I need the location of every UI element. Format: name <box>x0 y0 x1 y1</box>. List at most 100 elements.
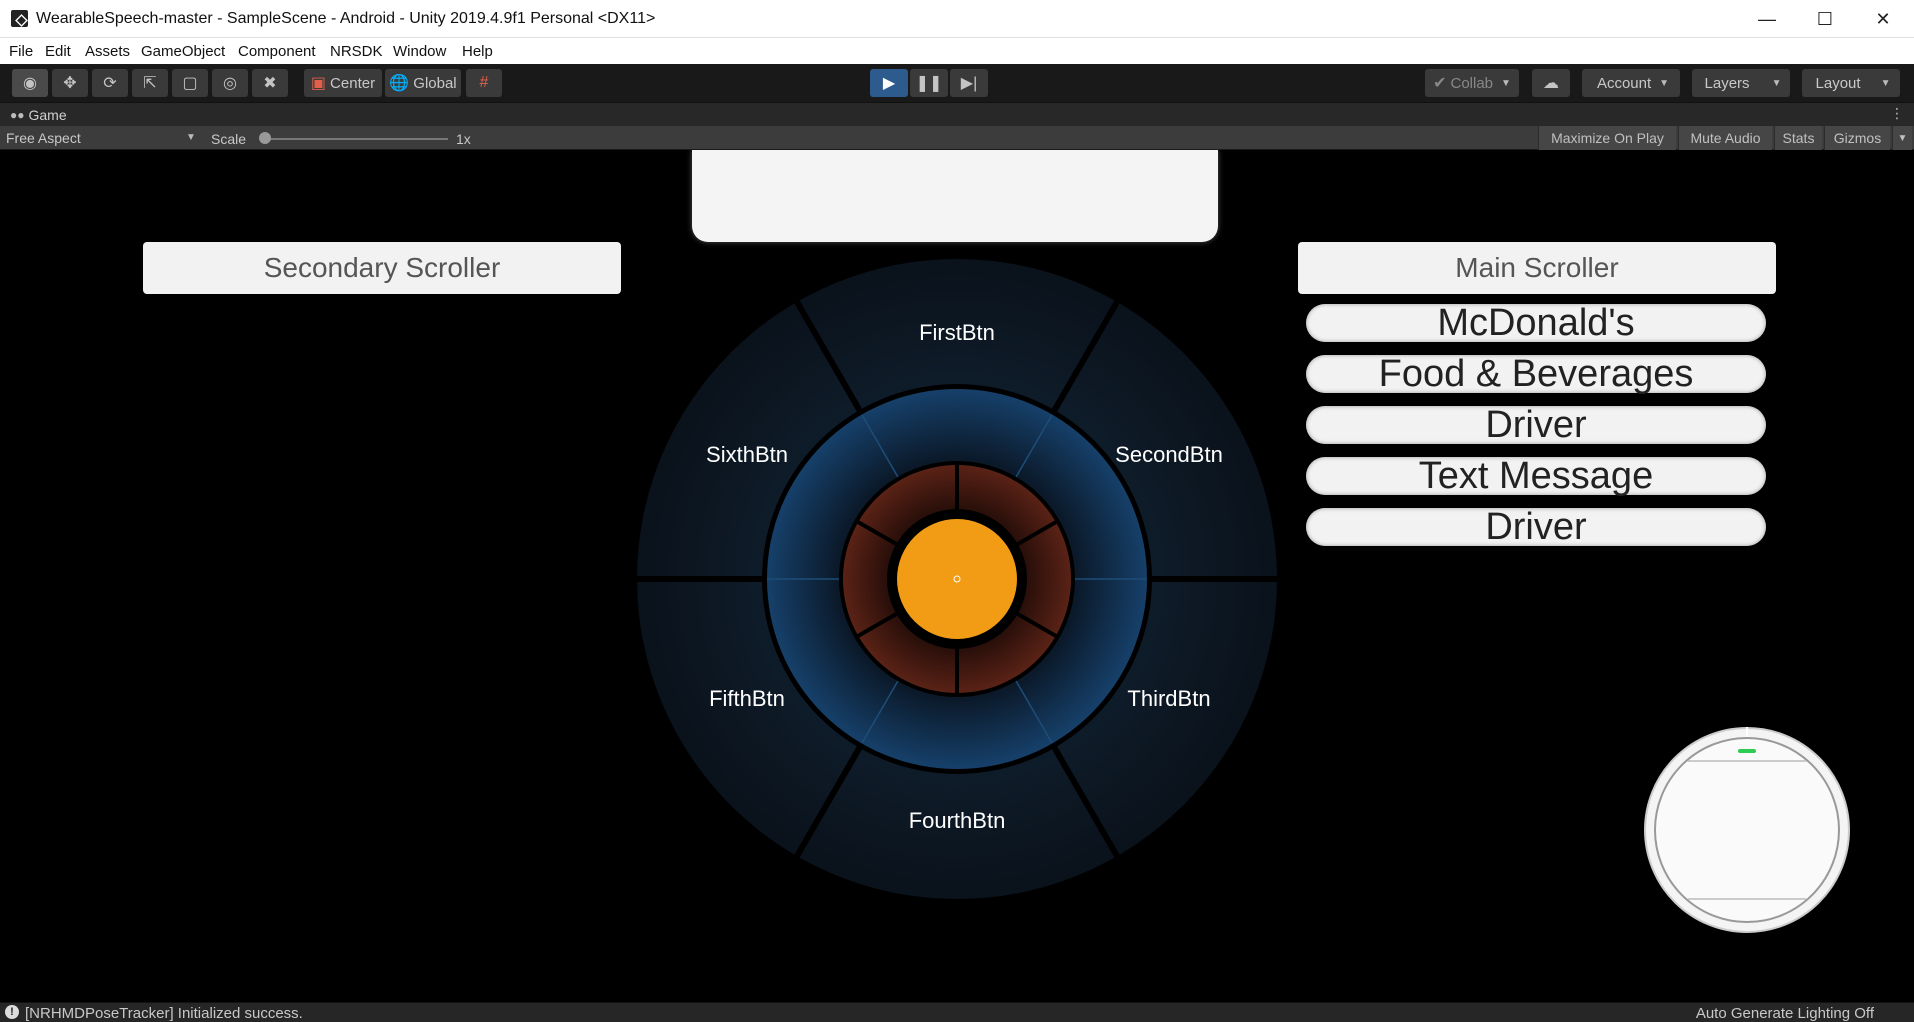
layers-label: Layers <box>1704 74 1750 92</box>
scale-icon: ⇱ <box>143 75 157 92</box>
secondary-scroller-header[interactable]: Secondary Scroller <box>143 242 621 294</box>
scale-slider-handle[interactable] <box>259 132 271 144</box>
wheel-second-button[interactable]: SecondBtn <box>1115 442 1223 468</box>
controller-dial[interactable] <box>1642 725 1852 935</box>
window-titlebar: WearableSpeech-master - SampleScene - An… <box>0 0 1914 38</box>
main-toolbar: ◉ ✥ ⟳ ⇱ ▢ ◎ ✖ ▣ Center 🌐 Global # ▶ ❚❚ ▶… <box>0 64 1914 102</box>
mute-audio-button[interactable]: Mute Audio <box>1678 126 1772 150</box>
scale-slider-track[interactable] <box>262 138 448 140</box>
collab-button[interactable]: ✔ Collab ▼ <box>1425 69 1519 97</box>
radial-menu: FirstBtn SecondBtn ThirdBtn FourthBtn Fi… <box>637 259 1277 899</box>
rect-icon: ▢ <box>182 75 198 92</box>
move-icon: ✥ <box>63 75 77 92</box>
pivot-label: Center <box>330 74 376 92</box>
rotate-icon: ⟳ <box>103 75 117 92</box>
menu-bar: File Edit Assets GameObject Component NR… <box>0 38 1914 64</box>
scale-tool-button[interactable]: ⇱ <box>132 69 168 97</box>
collab-label: Collab <box>1450 74 1494 92</box>
pause-button[interactable]: ❚❚ <box>910 69 948 97</box>
play-button[interactable]: ▶ <box>870 69 908 97</box>
main-scroller-item[interactable]: Text Message <box>1306 455 1766 497</box>
main-scroller-item[interactable]: Driver <box>1306 506 1766 548</box>
transform-tool-button[interactable]: ◎ <box>212 69 248 97</box>
pivot-toggle-button[interactable]: ▣ Center <box>304 69 382 97</box>
lighting-status[interactable]: Auto Generate Lighting Off <box>1696 1005 1874 1022</box>
more-options-icon[interactable]: ⋮ <box>1890 105 1904 122</box>
gamepad-icon: ●● <box>10 108 25 122</box>
stats-button[interactable]: Stats <box>1774 126 1822 150</box>
play-icon: ▶ <box>882 75 896 92</box>
window-title: WearableSpeech-master - SampleScene - An… <box>36 10 656 27</box>
custom-tool-button[interactable]: ✖ <box>252 69 288 97</box>
grid-snap-icon: # <box>479 74 489 91</box>
scale-value: 1x <box>456 131 471 147</box>
transform-icon: ◎ <box>223 75 237 92</box>
game-view: Secondary Scroller Main Scroller McDonal… <box>2 150 1912 1002</box>
account-label: Account <box>1596 74 1652 92</box>
controller-dial-graphic <box>1644 727 1850 933</box>
maximize-icon[interactable]: ☐ <box>1796 0 1854 38</box>
cloud-button[interactable]: ☁ <box>1532 69 1570 97</box>
main-scroller-item[interactable]: McDonald's <box>1306 302 1766 344</box>
tab-game-label: Game <box>28 107 67 123</box>
space-toggle-button[interactable]: 🌐 Global <box>385 69 461 97</box>
scale-label: Scale <box>211 131 247 147</box>
wheel-fifth-button[interactable]: FifthBtn <box>709 686 785 712</box>
close-icon[interactable]: ✕ <box>1854 0 1912 38</box>
pivot-icon: ▣ <box>310 75 327 92</box>
main-scroller-item[interactable]: Driver <box>1306 404 1766 446</box>
menu-nrsdk[interactable]: NRSDK <box>330 43 383 60</box>
rotate-tool-button[interactable]: ⟳ <box>92 69 128 97</box>
move-tool-button[interactable]: ✥ <box>52 69 88 97</box>
top-display-panel <box>692 150 1218 242</box>
wheel-third-button[interactable]: ThirdBtn <box>1127 686 1210 712</box>
wheel-sixth-button[interactable]: SixthBtn <box>706 442 788 468</box>
main-scroller-item[interactable]: Food & Beverages <box>1306 353 1766 395</box>
menu-gameobject[interactable]: GameObject <box>141 43 225 60</box>
maximize-on-play-button[interactable]: Maximize On Play <box>1538 126 1676 150</box>
menu-assets[interactable]: Assets <box>85 43 130 60</box>
step-button[interactable]: ▶| <box>950 69 988 97</box>
layout-dropdown[interactable]: Layout ▼ <box>1802 69 1900 97</box>
rect-tool-button[interactable]: ▢ <box>172 69 208 97</box>
step-icon: ▶| <box>960 75 978 92</box>
main-scroller-header[interactable]: Main Scroller <box>1298 242 1776 294</box>
view-tool-button[interactable]: ◉ <box>12 69 48 97</box>
unity-logo-icon <box>11 10 28 27</box>
info-icon: ! <box>5 1005 19 1019</box>
eye-icon: ◉ <box>23 75 37 92</box>
wheel-fourth-button[interactable]: FourthBtn <box>909 808 1006 834</box>
menu-component[interactable]: Component <box>238 43 316 60</box>
cloud-icon: ☁ <box>1543 75 1559 92</box>
menu-help[interactable]: Help <box>462 43 493 60</box>
chevron-down-icon: ▼ <box>1659 77 1670 89</box>
center-core[interactable] <box>897 519 1017 639</box>
chevron-down-icon[interactable]: ▼ <box>1892 126 1912 150</box>
aspect-dropdown[interactable]: Free Aspect <box>6 130 196 146</box>
menu-edit[interactable]: Edit <box>45 43 71 60</box>
grid-snap-button[interactable]: # <box>466 69 502 97</box>
account-dropdown[interactable]: Account ▼ <box>1582 69 1680 97</box>
wheel-first-button[interactable]: FirstBtn <box>919 320 995 346</box>
globe-icon: 🌐 <box>389 75 410 92</box>
space-label: Global <box>413 74 457 92</box>
console-message[interactable]: [NRHMDPoseTracker] Initialized success. <box>25 1005 303 1022</box>
menu-window[interactable]: Window <box>393 43 446 60</box>
layers-dropdown[interactable]: Layers ▼ <box>1692 69 1790 97</box>
chevron-down-icon: ▼ <box>1501 77 1511 89</box>
tab-game[interactable]: ●● Game <box>0 103 67 127</box>
check-icon: ✔ <box>1433 75 1447 92</box>
chevron-down-icon: ▼ <box>1880 77 1891 89</box>
game-view-toolbar: Free Aspect ▼ Scale 1x Maximize On Play … <box>0 126 1914 150</box>
status-bar: ! [NRHMDPoseTracker] Initialized success… <box>0 1002 1914 1022</box>
custom-tool-icon: ✖ <box>263 75 277 92</box>
gizmos-button[interactable]: Gizmos <box>1824 126 1890 150</box>
layout-label: Layout <box>1815 74 1861 92</box>
chevron-down-icon: ▼ <box>186 132 196 143</box>
window-tab-bar: ●● Game ⋮ <box>0 102 1914 126</box>
minimize-icon[interactable]: — <box>1738 0 1796 38</box>
chevron-down-icon: ▼ <box>1771 77 1782 89</box>
pause-icon: ❚❚ <box>915 75 943 92</box>
status-led-icon <box>1738 749 1756 753</box>
menu-file[interactable]: File <box>9 43 33 60</box>
